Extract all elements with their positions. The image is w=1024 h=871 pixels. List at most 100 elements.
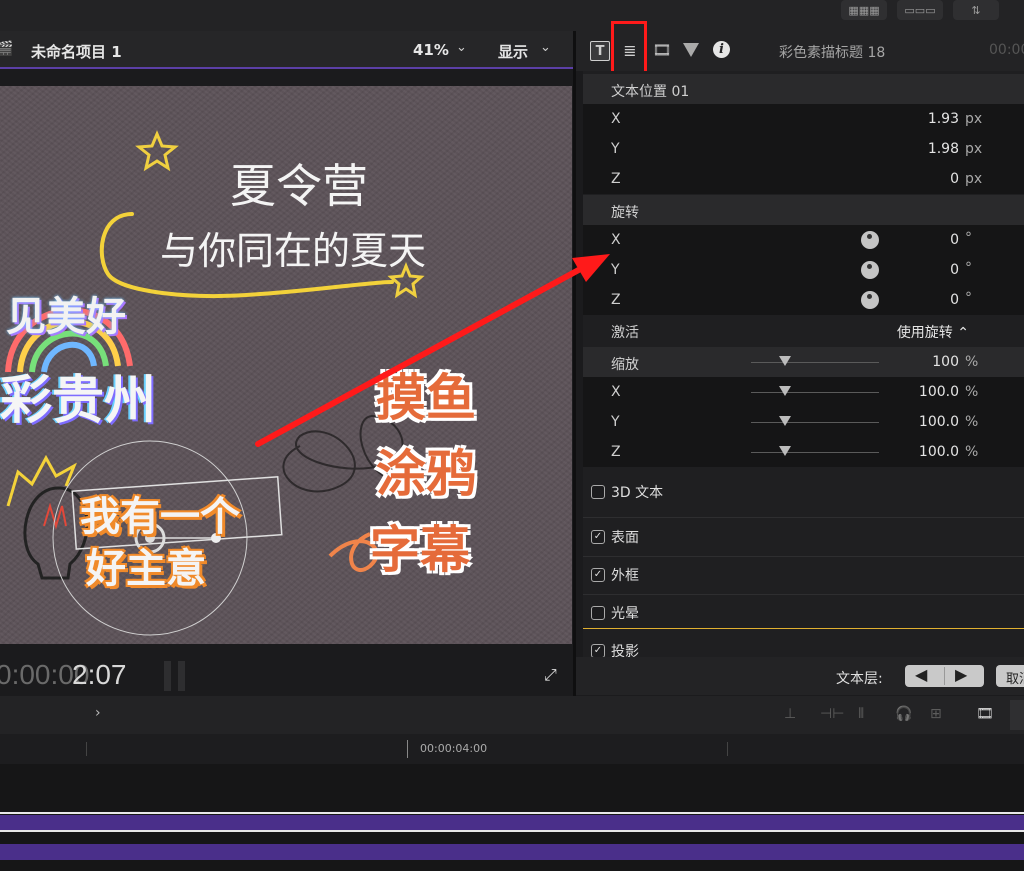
title-clip-track[interactable] [0, 815, 1024, 830]
timecode-main: 2:07 [72, 659, 127, 690]
checkbox-shadow[interactable]: ✓ [591, 644, 605, 657]
checkbox-glow-label: 光晕 [611, 606, 639, 622]
color-inspector-icon[interactable] [682, 41, 700, 59]
checkbox-surface-label: 表面 [611, 530, 639, 546]
activate-popup[interactable]: 使用旋转 ⌃ [897, 322, 969, 342]
position-section-header[interactable]: 文本位置 01 [583, 74, 1024, 104]
divider [583, 556, 1024, 557]
snapping-icon[interactable]: ⊣⊢ [820, 706, 844, 722]
scale-z-value[interactable]: 100.0 [919, 444, 959, 460]
chevron-down-icon[interactable]: ⌄ [456, 40, 467, 55]
solo-icon[interactable]: ⊞ [930, 706, 942, 722]
viewer-header: 🎬 未命名项目 1 41% ⌄ 显示 ⌄ [0, 31, 573, 69]
title-clip-track[interactable] [0, 844, 1024, 860]
zoom-level-menu[interactable]: 41% [413, 41, 449, 59]
scale-y-knob[interactable] [779, 416, 791, 426]
timecode-bar: 0:00:00 2:07 ⤢ [0, 657, 573, 695]
rotation-y-value[interactable]: 0 [950, 262, 959, 278]
scale-z-slider[interactable] [751, 452, 879, 453]
chevron-right-icon[interactable]: › [95, 705, 101, 721]
viewer-canvas[interactable]: 夏令营 与你同在的夏天 见美好 彩贵州 摸鱼 涂鸦 字幕 我有一个 好主意 [0, 86, 572, 644]
audio-skimming-icon[interactable]: ⦀ [858, 706, 864, 722]
scale-x-value[interactable]: 100.0 [919, 384, 959, 400]
inspector-panel: 文本位置 01 X 1.93 px Y 1.98 px Z 0 px 旋转 X … [583, 71, 1024, 657]
divider [583, 517, 1024, 518]
scale-z-knob[interactable] [779, 446, 791, 456]
text-inspector-icon[interactable]: T [590, 41, 610, 61]
track-divider [0, 812, 1024, 814]
rotation-y-dial[interactable] [861, 261, 879, 279]
canvas-text-graffiti: 涂鸦 [376, 444, 476, 503]
audio-meter-right [178, 661, 185, 691]
canvas-text-guizhou: 彩贵州 [0, 370, 157, 431]
rotation-x-value[interactable]: 0 [950, 232, 959, 248]
arrow-right-icon[interactable]: ▶ [955, 665, 967, 684]
scale-section-header[interactable]: 缩放 100 % [583, 347, 1024, 377]
text-layer-label: 文本层: [836, 671, 883, 687]
rotation-x-dial[interactable] [861, 231, 879, 249]
grid-view-icon[interactable]: ▦▦▦ [841, 0, 887, 20]
scale-value[interactable]: 100 [932, 354, 959, 370]
scale-y-slider[interactable] [751, 422, 879, 423]
canvas-text-catch-fish: 摸鱼 [376, 368, 476, 427]
canvas-text-idea-line2[interactable]: 好主意 [86, 536, 206, 594]
clip-appearance-icon[interactable]: 🎞 [976, 706, 994, 722]
yellow-zigzag [6, 454, 77, 507]
activate-label: 激活 [611, 325, 639, 341]
checkbox-3d-text[interactable] [591, 485, 605, 499]
canvas-text-subtitle: 字幕 [370, 520, 470, 579]
canvas-text-idea-line1[interactable]: 我有一个 [80, 484, 240, 542]
scale-slider[interactable] [751, 362, 879, 363]
scale-y-row: Y 100.0 % [583, 407, 1024, 437]
scale-y-value[interactable]: 100.0 [919, 414, 959, 430]
inspector-footer: 文本层: ◀ ▶ 取消 [576, 657, 1024, 695]
cancel-button[interactable]: 取消 [996, 665, 1024, 687]
rotation-section-header[interactable]: 旋转 [583, 195, 1024, 225]
inspector-title: 彩色素描标题 18 [779, 45, 886, 61]
video-inspector-icon[interactable]: 🎞 [652, 41, 671, 59]
position-y-value[interactable]: 1.98 [928, 141, 959, 157]
scale-x-knob[interactable] [779, 386, 791, 396]
timeline-scroll-edge [1010, 700, 1024, 730]
position-y-row: Y 1.98 px [583, 134, 1024, 164]
activate-row: 激活 使用旋转 ⌃ [583, 315, 1024, 345]
skimming-icon[interactable]: ⊥ [784, 706, 796, 722]
arrow-left-icon[interactable]: ◀ [915, 665, 927, 684]
viewer-accent-line [0, 67, 573, 69]
panel-divider[interactable] [573, 31, 576, 696]
timeline-tracks[interactable] [0, 764, 1024, 871]
ruler-time-label: 00:00:04:00 [420, 742, 488, 755]
adjust-sliders-icon[interactable]: ⇅ [953, 0, 999, 20]
track-divider [0, 830, 1024, 832]
checkbox-outline[interactable]: ✓ [591, 568, 605, 582]
shadow-row-highlight [583, 628, 1024, 657]
scale-slider-knob[interactable] [779, 356, 791, 366]
project-title: 未命名项目 1 [31, 43, 122, 61]
fullscreen-icon[interactable]: ⤢ [544, 665, 557, 685]
scale-x-row: X 100.0 % [583, 377, 1024, 407]
filmstrip-view-icon[interactable]: ▭▭▭ [897, 0, 943, 20]
display-menu[interactable]: 显示 [498, 41, 528, 62]
scale-x-slider[interactable] [751, 392, 879, 393]
checkbox-glow[interactable] [591, 606, 605, 620]
headphones-icon[interactable]: 🎧 [895, 706, 912, 722]
position-z-value[interactable]: 0 [950, 171, 959, 187]
chevron-down-icon[interactable]: ⌄ [540, 40, 551, 55]
timeline-ruler[interactable]: 00:00:04:00 [0, 734, 1024, 764]
checkbox-surface[interactable]: ✓ [591, 530, 605, 544]
checkbox-3d-text-label: 3D 文本 [611, 485, 664, 501]
scale-section-title: 缩放 [611, 357, 639, 373]
star-icon [135, 130, 179, 172]
position-x-value[interactable]: 1.93 [928, 111, 959, 127]
canvas-title-summer-camp: 夏令营 [230, 159, 368, 213]
rotation-z-dial[interactable] [861, 291, 879, 309]
rotation-y-row: Y 0 ° [583, 255, 1024, 285]
position-z-row: Z 0 px [583, 164, 1024, 194]
rotation-z-value[interactable]: 0 [950, 292, 959, 308]
info-icon[interactable]: i [713, 41, 730, 58]
canvas-title-with-you: 与你同在的夏天 [160, 229, 427, 273]
divider [583, 594, 1024, 595]
clapper-icon: 🎬 [0, 41, 14, 57]
rotation-section-title: 旋转 [611, 205, 639, 221]
rotation-z-row: Z 0 ° [583, 285, 1024, 315]
